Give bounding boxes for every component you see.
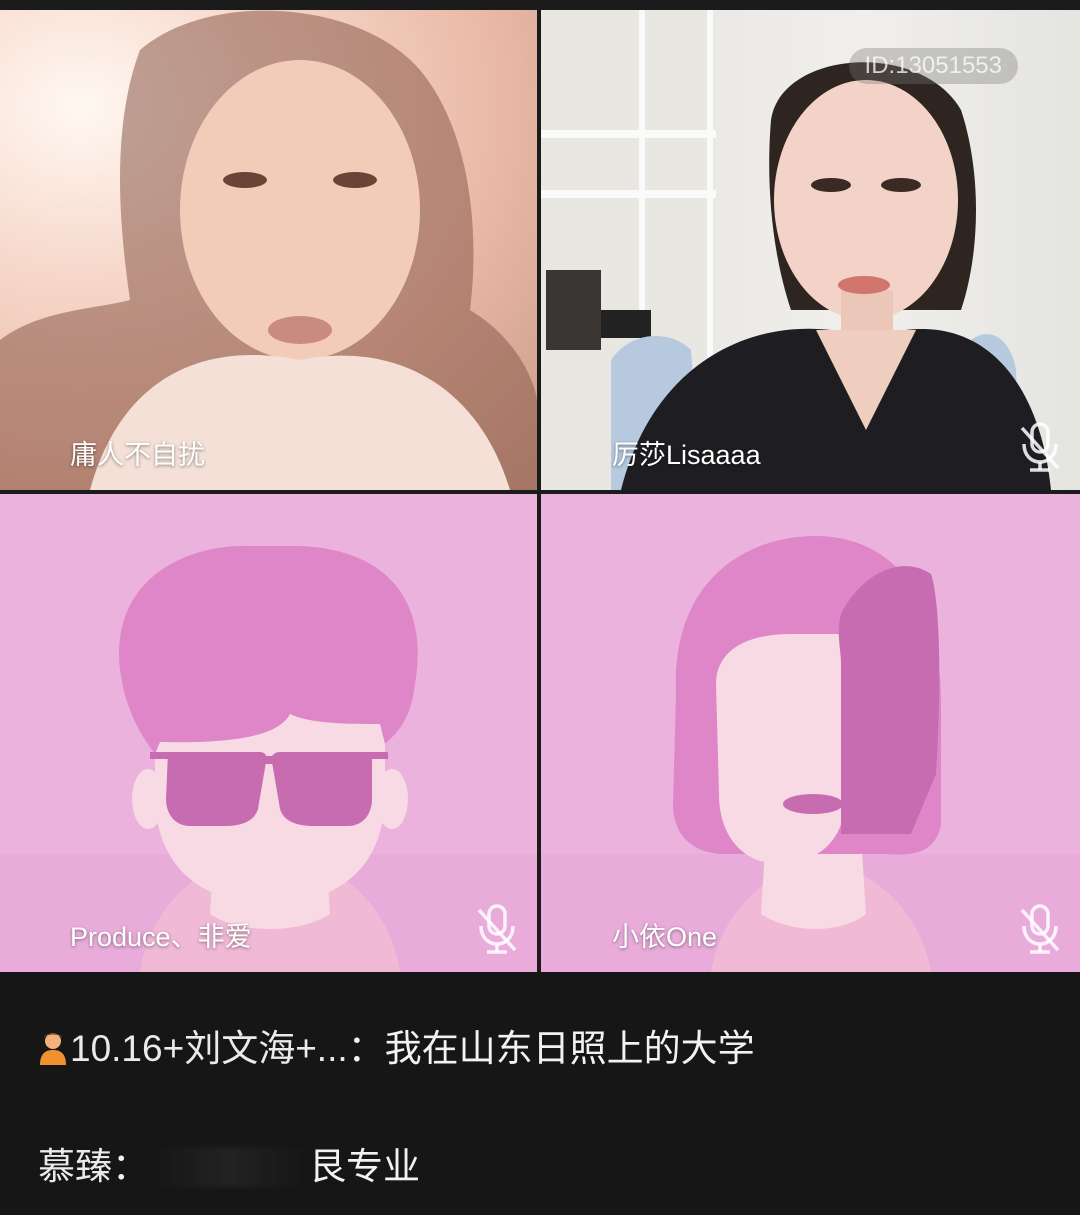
chat-area[interactable]: 10.16+刘文海+...：我在山东日照上的大学 慕臻： 艮专业 <box>0 972 1080 1215</box>
chat-separator: ： <box>112 1146 149 1187</box>
chat-separator: ： <box>347 1028 385 1069</box>
participant-name: 庸人不自扰 <box>70 440 205 470</box>
participant-name: 小依One <box>612 922 718 952</box>
camera-feed-woman-1 <box>0 10 537 490</box>
participant-name: Produce、非爱 <box>70 922 252 952</box>
chat-sender: 慕臻 <box>38 1146 112 1187</box>
video-grid: 庸人不自扰 ID:13051553 厉莎Lisaaaa Produce、非爱 小… <box>0 0 1080 972</box>
mic-muted-icon <box>1020 904 1060 954</box>
chat-message: 慕臻： 艮专业 <box>38 1138 420 1196</box>
user-avatar-icon <box>40 1033 66 1065</box>
default-avatar-female-bob <box>541 535 1080 972</box>
chat-sender: 10.16+刘文海+... <box>70 1028 348 1069</box>
chat-message: 10.16+刘文海+...：我在山东日照上的大学 <box>38 1020 798 1078</box>
id-badge: ID:13051553 <box>848 48 1018 84</box>
video-tile-1[interactable]: 庸人不自扰 <box>0 10 537 490</box>
participant-name: 厉莎Lisaaaa <box>612 440 761 470</box>
mic-muted-icon <box>477 904 517 954</box>
mic-muted-icon <box>1020 422 1060 472</box>
video-tile-4[interactable]: 小依One <box>541 494 1080 972</box>
chat-text: 艮专业 <box>309 1146 420 1187</box>
video-tile-2[interactable]: ID:13051553 厉莎Lisaaaa <box>541 10 1080 490</box>
chat-text: 我在山东日照上的大学 <box>384 1028 755 1069</box>
default-avatar-male-sunglasses <box>0 545 537 972</box>
redacted-text <box>149 1147 309 1187</box>
video-tile-3[interactable]: Produce、非爱 <box>0 494 537 972</box>
